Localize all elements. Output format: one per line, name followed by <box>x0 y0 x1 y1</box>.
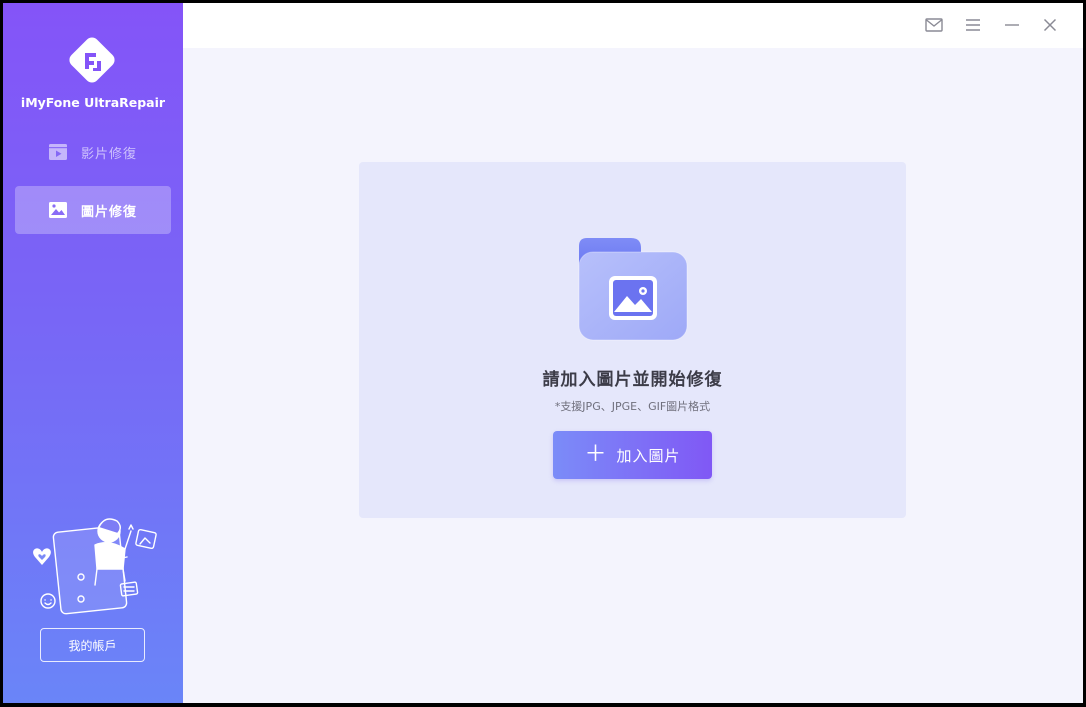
titlebar <box>183 3 1083 48</box>
close-icon[interactable] <box>1040 15 1060 35</box>
app-name: iMyFone UltraRepair <box>20 95 166 110</box>
my-account-button[interactable]: 我的帳戶 <box>40 628 145 662</box>
plus-icon: ＋ <box>584 442 607 467</box>
sidebar-item-video-repair[interactable]: 影片修復 <box>15 128 171 176</box>
add-image-button[interactable]: ＋ 加入圖片 <box>553 431 712 479</box>
app-window: iMyFone UltraRepair 影片修復 圖片修復 我的帳戶 請加入圖片… <box>3 3 1083 703</box>
video-play-icon <box>48 143 68 161</box>
image-icon <box>48 201 68 219</box>
image-folder-icon <box>577 236 689 344</box>
sidebar: iMyFone UltraRepair 影片修復 圖片修復 我的帳戶 <box>3 3 183 703</box>
menu-icon[interactable] <box>963 15 983 35</box>
image-drop-area[interactable]: 請加入圖片並開始修復 *支援JPG、JPGE、GIF圖片格式 ＋ 加入圖片 <box>359 162 906 518</box>
sidebar-item-label: 影片修復 <box>81 146 138 162</box>
mail-icon[interactable] <box>924 15 944 35</box>
add-image-label: 加入圖片 <box>616 446 681 465</box>
app-logo-icon <box>63 31 121 89</box>
minimize-icon[interactable] <box>1002 15 1022 35</box>
decorative-illustration <box>25 511 159 619</box>
sidebar-item-label: 圖片修復 <box>81 204 138 220</box>
sidebar-item-photo-repair[interactable]: 圖片修復 <box>15 186 171 234</box>
panel-title: 請加入圖片並開始修復 <box>542 370 723 390</box>
supported-formats-text: *支援JPG、JPGE、GIF圖片格式 <box>554 400 711 413</box>
